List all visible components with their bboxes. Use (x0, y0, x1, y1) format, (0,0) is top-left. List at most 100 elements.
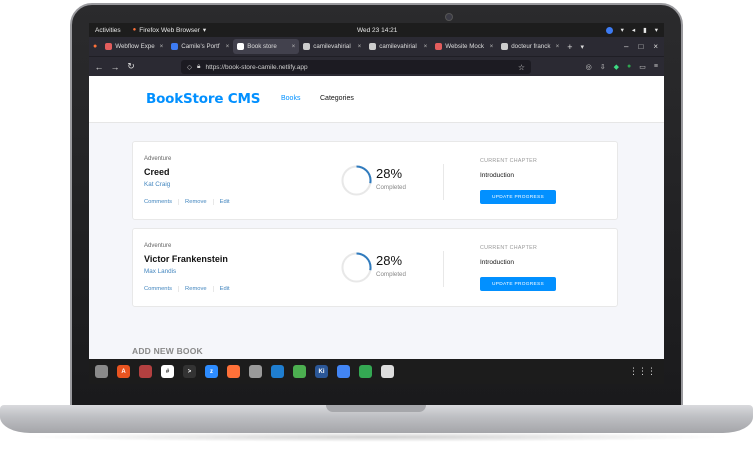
chevron-down-icon: ▾ (202, 27, 207, 34)
browser-tab[interactable]: Website Mock × (431, 37, 497, 56)
close-tab-icon[interactable]: × (556, 43, 560, 50)
new-tab-button[interactable]: + (567, 42, 572, 52)
close-tab-icon[interactable]: × (160, 43, 164, 50)
system-clock[interactable]: Wed 23 14:21 (357, 27, 397, 34)
close-tab-icon[interactable]: × (292, 43, 296, 50)
search-tool-icon[interactable] (249, 365, 262, 378)
tab-label: Website Mock (445, 43, 484, 50)
activities-button[interactable]: Activities (95, 27, 121, 34)
volume-icon: ◂ (631, 27, 636, 34)
laptop-shadow (20, 432, 733, 442)
hamburger-menu-icon[interactable]: ≡ (654, 63, 658, 71)
laptop-screen: Activities ● Firefox Web Browser ▾ Wed 2… (89, 23, 664, 384)
ubuntu-dock: A # > z Ki ⋮⋮⋮ (89, 359, 664, 384)
files-icon[interactable] (95, 365, 108, 378)
update-progress-button[interactable]: UPDATE PROGRESS (480, 190, 556, 204)
book-title: Creed (144, 167, 170, 177)
remove-button[interactable]: Remove (178, 286, 213, 292)
add-new-book-heading: ADD NEW BOOK (132, 346, 203, 356)
software-icon[interactable]: A (117, 365, 130, 378)
app-menu[interactable]: ● Firefox Web Browser ▾ (133, 26, 207, 35)
zoom-icon[interactable]: z (205, 365, 218, 378)
tab-favicon-icon (303, 43, 311, 50)
bookmark-star-icon[interactable]: ☆ (518, 63, 525, 72)
close-tab-icon[interactable]: × (358, 43, 362, 50)
slack-icon[interactable]: # (161, 365, 174, 378)
browser-nav-bar: ← → ↻ ◇ 🔒︎ https://book-store-camile.net… (89, 56, 664, 76)
sheets-icon[interactable] (359, 365, 372, 378)
current-chapter-value: Introduction (480, 259, 514, 266)
browser-tab[interactable]: Webflow Expe × (101, 37, 167, 56)
close-tab-icon[interactable]: × (226, 43, 230, 50)
divider (443, 164, 444, 200)
nav-link-books[interactable]: Books (281, 95, 300, 102)
browser-toolbar-right: ◎ ⇩ ◆ ● ▭ ≡ (586, 63, 658, 71)
tab-strip: Webflow Expe × Camile's Portf × Book store × c… (101, 37, 563, 56)
show-apps-grid-icon[interactable]: ⋮⋮⋮ (629, 366, 656, 377)
book-actions: Comments Remove Edit (144, 286, 236, 292)
vscode-icon[interactable] (271, 365, 284, 378)
chevron-down-icon: ▾ (654, 27, 658, 34)
browser-tab[interactable]: docteur franck × (497, 37, 563, 56)
chrome-icon[interactable] (293, 365, 306, 378)
reload-button[interactable]: ↻ (123, 61, 139, 72)
browser-tab[interactable]: Camile's Portf × (167, 37, 233, 56)
minimize-button[interactable]: – (624, 42, 628, 51)
comments-button[interactable]: Comments (144, 286, 178, 292)
browser-tab[interactable]: camilevahirial × (365, 37, 431, 56)
brand-logo[interactable]: BookStore CMS (146, 91, 260, 107)
shield-icon: ◇ (187, 64, 192, 71)
close-tab-icon[interactable]: × (424, 43, 428, 50)
edit-button[interactable]: Edit (212, 199, 236, 205)
edit-button[interactable]: Edit (212, 286, 236, 292)
comments-button[interactable]: Comments (144, 199, 178, 205)
download-icon[interactable]: ⇩ (600, 63, 606, 71)
tab-label: camilevahirial (313, 43, 351, 50)
back-button[interactable]: ← (91, 62, 107, 72)
book-genre: Adventure (144, 243, 172, 249)
extension-green-icon[interactable]: ● (627, 63, 631, 71)
inkscape-icon[interactable] (381, 365, 394, 378)
close-window-button[interactable]: × (653, 42, 658, 51)
system-top-bar: Activities ● Firefox Web Browser ▾ Wed 2… (89, 23, 664, 37)
krita-icon[interactable]: Ki (315, 365, 328, 378)
book-genre: Adventure (144, 156, 172, 162)
divider (443, 251, 444, 287)
progress-ring (341, 252, 372, 283)
close-tab-icon[interactable]: × (490, 43, 494, 50)
url-text: https://book-store-camile.netlify.app (205, 63, 308, 71)
pocket-icon[interactable]: ◎ (586, 63, 592, 71)
update-progress-button[interactable]: UPDATE PROGRESS (480, 277, 556, 291)
terminal-icon[interactable]: > (183, 365, 196, 378)
maximize-button[interactable]: □ (638, 42, 643, 51)
tab-favicon-icon (171, 43, 179, 50)
firefox-view-icon[interactable]: ● (93, 43, 97, 50)
progress-label: Completed (376, 271, 406, 278)
tab-label: Webflow Expe (115, 43, 155, 50)
app-menu-label: Firefox Web Browser (139, 26, 200, 34)
tab-list-button[interactable]: ▾ (581, 43, 585, 51)
recorder-icon[interactable] (139, 365, 152, 378)
progress-label: Completed (376, 184, 406, 191)
book-title: Victor Frankenstein (144, 254, 228, 264)
network-icon: ▾ (620, 27, 624, 34)
screenshot-icon[interactable]: ▭ (639, 63, 646, 71)
tab-favicon-icon (501, 43, 509, 50)
forward-button[interactable]: → (107, 62, 123, 72)
progress-percent: 28% (376, 253, 403, 268)
browser-tab[interactable]: Book store × (233, 39, 300, 54)
nav-link-categories[interactable]: Categories (320, 95, 354, 102)
docs-icon[interactable] (337, 365, 350, 378)
tab-label: Book store (247, 43, 277, 50)
extension-icon[interactable]: ◆ (614, 63, 619, 71)
remove-button[interactable]: Remove (178, 199, 213, 205)
url-bar[interactable]: ◇ 🔒︎ https://book-store-camile.netlify.a… (181, 60, 531, 74)
book-card: Adventure Creed Kat Craig Comments Remov… (132, 141, 618, 220)
system-tray[interactable]: ▾ ◂ ▮ ▾ (605, 26, 658, 34)
book-author: Max Landis (144, 268, 177, 275)
progress-percent: 28% (376, 166, 403, 181)
tab-favicon-icon (237, 43, 245, 50)
firefox-icon[interactable] (227, 365, 240, 378)
browser-tab[interactable]: camilevahirial × (299, 37, 365, 56)
battery-icon: ▮ (643, 27, 647, 34)
